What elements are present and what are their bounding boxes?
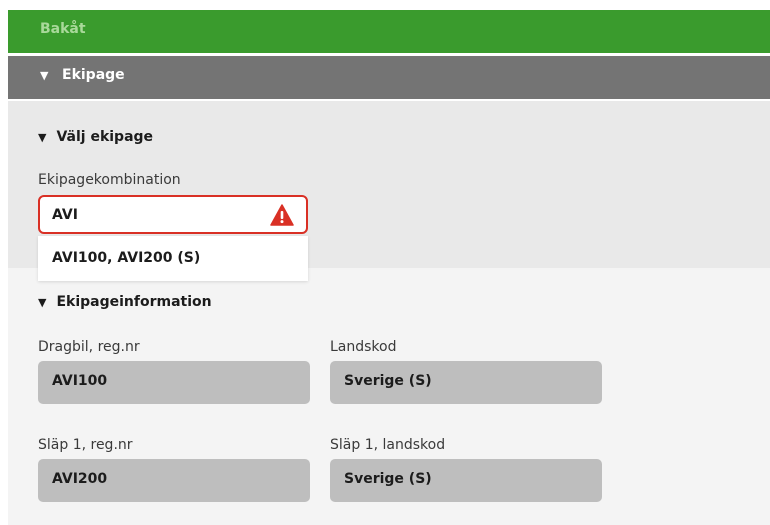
triangle-down-icon: ▼ <box>40 69 49 82</box>
combo-input-value[interactable]: AVI <box>52 207 78 223</box>
top-bar: Bakåt <box>8 10 770 53</box>
dropdown-option[interactable]: AVI100, AVI200 (S) <box>52 250 200 266</box>
field-label-dragbil-regnr: Dragbil, reg.nr <box>38 339 140 355</box>
triangle-down-icon: ▼ <box>38 296 47 309</box>
field-label-slap1-regnr: Släp 1, reg.nr <box>38 437 133 453</box>
combo-label: Ekipagekombination <box>38 172 181 188</box>
ekipage-combobox[interactable]: AVI <box>38 195 308 234</box>
section-header-ekipage[interactable]: ▼ Ekipage <box>8 56 770 99</box>
field-slap1-regnr: AVI200 <box>38 459 310 502</box>
back-link[interactable]: Bakåt <box>40 21 86 37</box>
subsection-title: Ekipageinformation <box>56 294 212 310</box>
field-label-slap1-landskod: Släp 1, landskod <box>330 437 446 453</box>
field-dragbil-regnr: AVI100 <box>38 361 310 404</box>
section-title: Ekipage <box>62 67 125 83</box>
subsection-title: Välj ekipage <box>56 129 154 145</box>
subsection-header-valj-ekipage[interactable]: ▼ Välj ekipage <box>38 129 153 145</box>
field-label-landskod: Landskod <box>330 339 397 355</box>
field-value: Sverige (S) <box>344 471 432 487</box>
field-slap1-landskod: Sverige (S) <box>330 459 602 502</box>
triangle-down-icon: ▼ <box>38 131 47 144</box>
combo-dropdown: AVI100, AVI200 (S) <box>38 236 308 281</box>
subsection-header-ekipageinformation[interactable]: ▼ Ekipageinformation <box>38 294 212 310</box>
warning-icon <box>270 204 294 226</box>
field-value: AVI200 <box>52 471 108 487</box>
field-landskod: Sverige (S) <box>330 361 602 404</box>
field-value: AVI100 <box>52 373 108 389</box>
field-value: Sverige (S) <box>344 373 432 389</box>
